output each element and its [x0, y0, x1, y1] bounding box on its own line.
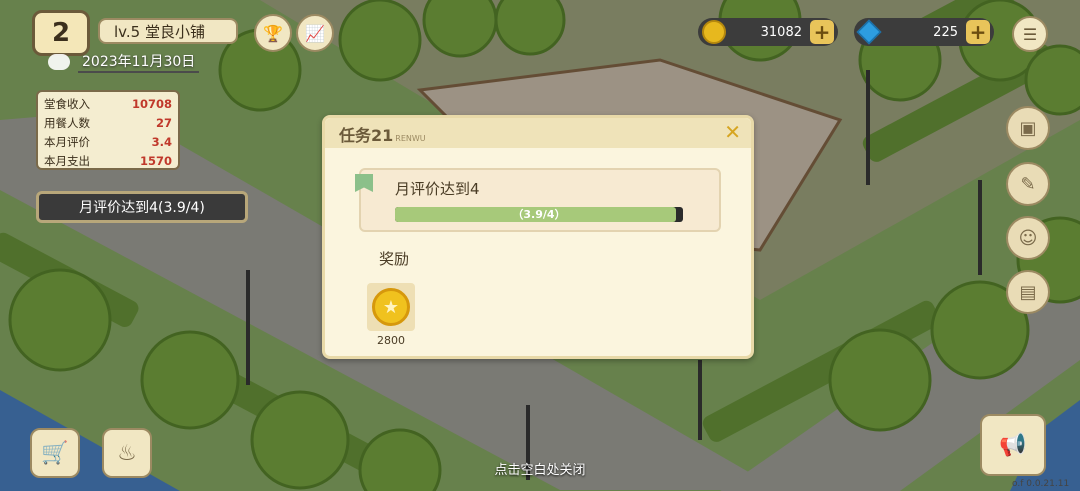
stats-panel: 堂食收入 10708 用餐人数 27 本月评价 3.4 本月支出 1570: [36, 90, 180, 170]
gem-value: 225: [933, 24, 958, 40]
stat-row: 本月支出 1570: [44, 151, 172, 170]
reward-label: 奖励: [379, 250, 410, 268]
task-dialog: 任务21 RENWU ✕ 月评价达到4 （3.9/4） 奖励 ★ 2800: [322, 115, 754, 359]
stat-row: 堂食收入 10708: [44, 94, 172, 113]
staff-button[interactable]: ☺: [1006, 216, 1050, 260]
stat-value: 3.4: [151, 134, 172, 149]
menu-button[interactable]: ☰: [1012, 16, 1048, 52]
add-gems-button[interactable]: +: [966, 20, 990, 44]
chart-icon: 📈: [305, 23, 325, 43]
trophy-icon: 🏆: [263, 23, 283, 43]
recipe-book-button[interactable]: ▤: [1006, 270, 1050, 314]
dialog-title-text: 任务21: [339, 126, 394, 145]
stove-icon: ▣: [1019, 117, 1037, 139]
game-date: 2023年11月30日: [78, 51, 200, 73]
stat-label: 本月支出: [44, 153, 90, 168]
shop-name-label[interactable]: lv.5 堂良小铺: [98, 18, 238, 44]
reward-amount: 2800: [377, 334, 405, 347]
level-number: 2: [51, 18, 71, 48]
ingredients-button[interactable]: ✎: [1006, 162, 1050, 206]
coin-value: 31082: [760, 24, 802, 40]
level-badge[interactable]: 2: [32, 10, 90, 56]
dialog-title-sub: RENWU: [395, 134, 426, 143]
megaphone-icon: 📢: [999, 432, 1027, 458]
stat-value: 1570: [139, 153, 172, 168]
stat-value: 10708: [131, 96, 172, 111]
stat-label: 本月评价: [44, 134, 90, 149]
dialog-title: 任务21 RENWU: [339, 122, 426, 146]
star-coin-icon: ★: [372, 288, 410, 326]
statistics-button[interactable]: 📈: [296, 14, 334, 52]
date-row: 2023年11月30日: [48, 51, 200, 73]
task-card: 月评价达到4 （3.9/4）: [355, 168, 721, 232]
version-label: o.f 0.0.21.11: [1012, 479, 1070, 489]
progress-text: （3.9/4）: [512, 208, 566, 221]
current-task-tag[interactable]: 月评价达到4(3.9/4): [36, 191, 248, 223]
add-coins-button[interactable]: +: [810, 20, 834, 44]
coin-icon: [702, 20, 726, 44]
person-icon: ☺: [1018, 227, 1038, 249]
stat-row: 本月评价 3.4: [44, 132, 172, 151]
gem-counter: 225 +: [854, 18, 994, 46]
task-description: 月评价达到4: [395, 180, 480, 198]
task-progress-bar: （3.9/4）: [395, 207, 683, 222]
carrot-icon: ✎: [1020, 173, 1036, 195]
gem-icon: [856, 19, 882, 45]
stat-row: 用餐人数 27: [44, 113, 172, 132]
reward-item: ★: [367, 283, 415, 331]
weather-cloud-icon: [48, 54, 70, 70]
stat-value: 27: [155, 115, 172, 130]
coin-counter: 31082 +: [698, 18, 838, 46]
stat-label: 用餐人数: [44, 115, 90, 130]
hamburger-icon: ☰: [1022, 24, 1038, 44]
book-icon: ▤: [1019, 281, 1037, 303]
stove-button[interactable]: ▣: [1006, 106, 1050, 150]
stat-label: 堂食收入: [44, 96, 90, 111]
close-hint: 点击空白处关闭: [494, 463, 586, 478]
flag-icon: [355, 174, 373, 192]
trophy-button[interactable]: 🏆: [254, 14, 292, 52]
close-icon[interactable]: ✕: [724, 120, 741, 144]
